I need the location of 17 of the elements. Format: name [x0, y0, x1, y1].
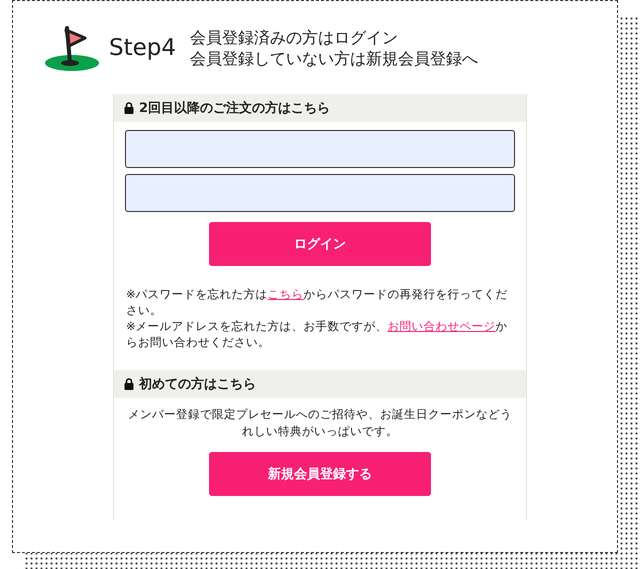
register-button[interactable]: 新規会員登録する — [209, 452, 431, 496]
link[interactable]: こちら — [268, 287, 304, 301]
link[interactable]: お問い合わせページ — [388, 319, 496, 333]
input-field[interactable] — [125, 130, 515, 168]
login-button[interactable]: ログイン — [209, 222, 431, 266]
note-text: ※メールアドレスを忘れた方は、お手数ですが、お問い合わせページからお問い合わせください。 — [126, 318, 509, 350]
input-field[interactable] — [125, 174, 515, 212]
section-title: 初めての方はこちら — [139, 376, 256, 393]
step-label: Step4 — [109, 35, 176, 61]
note-text: ※パスワードを忘れた方は こちら からパスワードの再発行を行ってください。 — [126, 286, 509, 318]
instruction-text: 会員登録していない方は新規会員登録へ — [190, 48, 478, 69]
description-text: メンバー登録で限定プレセールへのご招待や、お誕生日クーポンなどうれしい特典がいっぱいです。 — [127, 406, 513, 440]
lock-icon — [124, 102, 134, 114]
section-title: 2回目以降のご注文の方はこちら — [139, 100, 330, 117]
instruction-text: 会員登録済みの方はログイン — [190, 27, 400, 48]
golf-flag-icon — [45, 24, 101, 72]
lock-icon — [124, 378, 134, 390]
